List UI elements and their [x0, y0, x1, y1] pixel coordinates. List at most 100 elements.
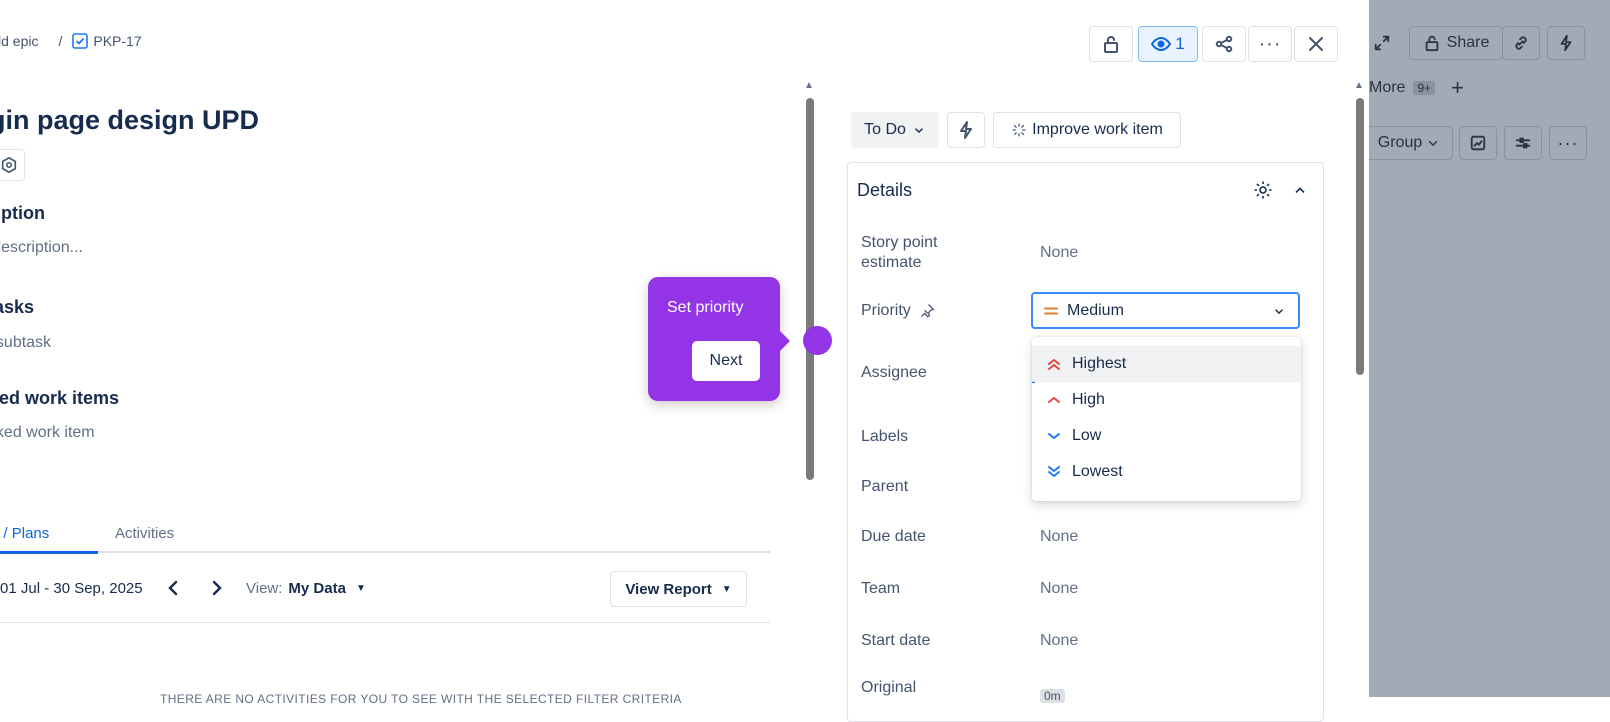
watch-count: 1 — [1175, 34, 1185, 53]
details-settings-button[interactable] — [1253, 180, 1273, 205]
add-icon[interactable]: + — [1451, 75, 1464, 101]
share-button[interactable] — [1202, 26, 1246, 62]
chevron-up-icon — [1295, 187, 1305, 193]
original-estimate-label: Original — [861, 679, 917, 696]
assignee-label: Assignee — [861, 364, 927, 381]
priority-option-lowest[interactable]: Lowest — [1032, 454, 1301, 490]
breadcrumb-key[interactable]: PKP-17 — [93, 33, 141, 49]
ellipsis-icon: ··· — [1258, 32, 1282, 55]
story-point-value[interactable]: None — [1040, 244, 1078, 262]
prev-period-button[interactable] — [164, 578, 184, 603]
close-icon — [1309, 37, 1323, 51]
onboarding-tooltip: Set priority Next — [648, 277, 780, 401]
automation-button[interactable] — [947, 112, 985, 148]
tabs-divider — [0, 551, 770, 553]
tab-worklogs[interactable]: Worklogs / Plans — [0, 525, 49, 542]
start-date-value[interactable]: None — [1040, 632, 1078, 650]
link-button[interactable] — [1502, 26, 1540, 60]
more-count-badge: 9+ — [1413, 81, 1436, 95]
restrictions-button[interactable] — [1089, 26, 1133, 62]
more-tab[interactable]: More 9+ + — [1369, 75, 1464, 101]
background-overlay: Share More 9+ + Group ··· — [1365, 0, 1610, 697]
priority-low-icon — [1048, 433, 1060, 439]
subtasks-heading: Subtasks — [0, 297, 35, 317]
breadcrumb-epic[interactable]: Add epic — [0, 33, 38, 49]
filter-divider — [0, 622, 770, 623]
share-button[interactable]: Share — [1409, 26, 1503, 60]
page-title[interactable]: Login page design UPD — [0, 105, 259, 136]
share-icon — [1215, 35, 1233, 53]
apps-button[interactable] — [0, 149, 25, 181]
option-label: Low — [1072, 427, 1102, 444]
group-label: Group — [1377, 134, 1423, 151]
breadcrumb: Add epic / PKP-17 — [0, 33, 142, 49]
unlock-icon — [1425, 35, 1438, 52]
chevron-down-icon — [914, 128, 923, 134]
sparkle-icon — [1012, 123, 1026, 137]
linked-items-heading: Linked work items — [0, 388, 120, 408]
gear-icon — [1254, 181, 1272, 199]
collapse-details-button[interactable] — [1292, 182, 1308, 203]
share-label: Share — [1446, 34, 1490, 51]
tooltip-text: Set priority — [667, 299, 744, 316]
priority-select[interactable]: Medium — [1031, 292, 1300, 329]
right-scrollbar-thumb[interactable] — [1356, 98, 1364, 375]
priority-highest-icon — [1048, 359, 1060, 370]
option-label: Highest — [1072, 355, 1127, 372]
next-period-button[interactable] — [206, 578, 226, 603]
original-estimate-value[interactable]: 0m — [1040, 689, 1065, 703]
caret-down-icon: ▼ — [355, 583, 366, 594]
due-date-value[interactable]: None — [1040, 528, 1078, 546]
empty-state-message: THERE ARE NO ACTIVITIES FOR YOU TO SEE W… — [160, 692, 682, 706]
watch-button[interactable]: 1 — [1138, 26, 1198, 62]
priority-option-high[interactable]: High — [1032, 382, 1301, 418]
view-report-button[interactable]: View Report ▼ — [610, 571, 747, 607]
scroll-up-arrow[interactable]: ▲ — [1354, 80, 1364, 91]
left-scrollbar-thumb[interactable] — [806, 98, 814, 480]
hexagon-settings-icon — [1, 156, 16, 174]
scroll-up-arrow[interactable]: ▲ — [804, 80, 814, 91]
priority-value: Medium — [1067, 301, 1124, 319]
more-options-button[interactable]: ··· — [1549, 126, 1587, 160]
improve-label: Improve work item — [1032, 121, 1163, 138]
more-label: More — [1369, 79, 1406, 96]
due-date-label: Due date — [861, 528, 926, 545]
add-subtask-button[interactable]: Add subtask — [0, 334, 51, 352]
eye-icon — [1151, 37, 1172, 51]
insights-button[interactable] — [1459, 126, 1497, 160]
story-point-label: Story point estimate — [861, 234, 938, 271]
more-actions-button[interactable]: ··· — [1248, 26, 1292, 62]
status-dropdown[interactable]: To Do — [851, 112, 939, 148]
description-field[interactable]: Add a description... — [0, 239, 83, 257]
breadcrumb-separator: / — [58, 33, 63, 49]
tooltip-pointer — [780, 331, 790, 351]
add-linked-item-button[interactable]: Add linked work item — [0, 424, 95, 442]
pin-icon[interactable] — [919, 303, 935, 319]
automation-button[interactable] — [1547, 26, 1585, 60]
description-heading: Description — [0, 203, 46, 223]
details-heading: Details — [857, 180, 913, 200]
close-button[interactable] — [1294, 26, 1338, 62]
date-range[interactable]: 01 Jul - 30 Sep, 2025 — [0, 580, 143, 597]
caret-down-icon: ▼ — [721, 583, 732, 595]
team-label: Team — [861, 580, 901, 597]
tab-activities[interactable]: Activities — [115, 525, 174, 542]
chevron-left-icon — [168, 580, 178, 596]
priority-high-icon — [1048, 397, 1060, 403]
option-label: High — [1072, 391, 1105, 408]
group-button[interactable]: Group — [1365, 126, 1453, 160]
priority-option-low[interactable]: Low — [1032, 418, 1301, 454]
tooltip-hotspot-dot — [803, 326, 832, 355]
expand-icon[interactable] — [1369, 26, 1395, 60]
team-value[interactable]: None — [1040, 580, 1078, 598]
filters-button[interactable] — [1504, 126, 1542, 160]
priority-label: Priority — [861, 302, 911, 319]
chevron-right-icon — [212, 580, 222, 596]
improve-work-item-button[interactable]: Improve work item — [993, 112, 1181, 148]
view-selector[interactable]: View: My Data ▼ — [246, 580, 366, 597]
sliders-icon — [1515, 137, 1531, 149]
chevron-down-icon — [1275, 308, 1283, 314]
active-tab-indicator — [0, 551, 98, 554]
priority-option-highest[interactable]: Highest — [1032, 346, 1301, 382]
tooltip-next-button[interactable]: Next — [692, 341, 760, 381]
